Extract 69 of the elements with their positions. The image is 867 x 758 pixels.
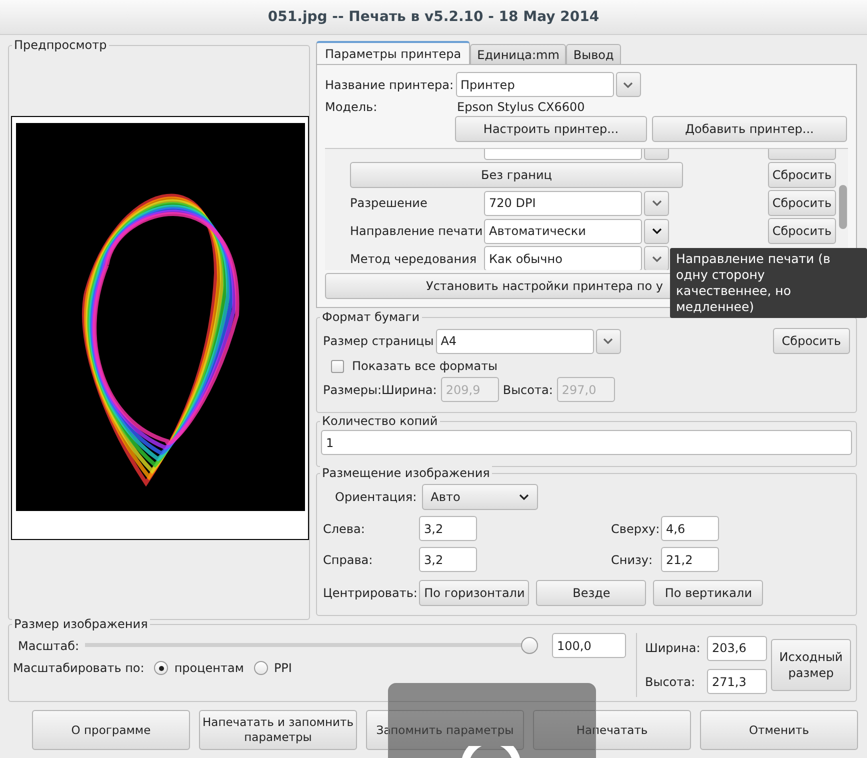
field-label: Масштаб: xyxy=(18,638,80,652)
scrollbar-thumb[interactable] xyxy=(839,185,847,229)
chevron-icon xyxy=(518,494,529,500)
field-label: Центрировать: xyxy=(323,586,418,600)
orientation-dropdown[interactable]: Авто xyxy=(422,484,538,510)
group-title: Размещение изображения xyxy=(320,465,492,481)
field-label: Название принтера: xyxy=(325,78,454,92)
dialog-button[interactable]: Напечатать и запомнить параметры xyxy=(199,710,357,750)
margin-field[interactable]: 21,2 xyxy=(661,547,719,572)
chevron-icon xyxy=(623,82,634,88)
height-field[interactable]: 271,3 xyxy=(707,669,767,694)
window-title: 051.jpg -- Печать в v5.2.10 - 18 May 2014 xyxy=(0,0,867,35)
margin-field[interactable]: 3,2 xyxy=(419,547,477,572)
chevron-icon xyxy=(652,256,662,262)
copies-spinbox[interactable]: 1 xyxy=(321,430,852,455)
group-title: Предпросмотр xyxy=(12,37,109,53)
chevron-icon xyxy=(652,200,662,206)
margin-field[interactable]: 4,6 xyxy=(661,516,719,541)
tooltip: Направление печати (в одну сторону качественнее, но медленнее) xyxy=(670,248,867,318)
option-label: Направление печати xyxy=(350,224,484,238)
group-title: Формат бумаги xyxy=(320,309,422,325)
model-text: Epson Stylus CX6600 xyxy=(457,100,585,114)
option-label: Метод чередования xyxy=(350,252,478,266)
reset-button[interactable]: Сбросить xyxy=(768,190,836,216)
field-label: Ориентация: xyxy=(335,490,417,504)
printer-name-combo[interactable]: Принтер xyxy=(456,72,614,97)
dropdown-button[interactable] xyxy=(644,218,669,244)
center-button[interactable]: По вертикали xyxy=(653,580,764,606)
radio-button[interactable] xyxy=(154,661,168,675)
radio-label: процентам xyxy=(174,661,244,675)
dialog-button[interactable]: О программе xyxy=(32,710,190,750)
dialog-button[interactable]: Напечатать xyxy=(533,710,691,750)
setup-button[interactable]: Добавить принтер... xyxy=(652,116,847,142)
margin-field[interactable]: 3,2 xyxy=(419,516,477,541)
tab[interactable]: Параметры принтера xyxy=(316,41,470,64)
option-combo[interactable]: Как обычно xyxy=(484,246,642,270)
option-label: Разрешение xyxy=(350,196,428,210)
chevron-icon xyxy=(603,338,614,344)
option-combo[interactable]: 720 DPI xyxy=(484,190,642,216)
chevron-icon xyxy=(652,228,662,234)
reset-button[interactable]: Сбросить xyxy=(768,218,836,244)
option-button[interactable]: Без границ xyxy=(350,162,683,188)
radio-label: PPI xyxy=(274,661,292,675)
tab[interactable]: Единица:mm xyxy=(470,44,566,64)
setup-button[interactable]: Настроить принтер... xyxy=(455,116,647,142)
field-label: Сверху: xyxy=(611,522,661,536)
field-label: Масштабировать по: xyxy=(13,661,144,675)
field-label: Модель: xyxy=(325,100,378,114)
slider-thumb[interactable] xyxy=(521,637,538,654)
tab[interactable]: Вывод xyxy=(566,44,621,64)
field-label: Справа: xyxy=(323,552,374,566)
field-label: Снизу: xyxy=(611,552,654,566)
field-label: Высота: xyxy=(645,674,696,689)
group-title: Размер изображения xyxy=(12,616,150,632)
checkbox-label: Показать все форматы xyxy=(352,359,498,373)
field-label: Слева: xyxy=(323,522,366,536)
field-label: Размер страницы xyxy=(323,334,434,348)
field-label: Размеры:Ширина: xyxy=(323,382,437,396)
field-label: Ширина: xyxy=(645,641,702,656)
original-size-button[interactable]: Исходный размер xyxy=(771,639,851,691)
center-button[interactable]: По горизонтали xyxy=(419,580,530,606)
radio-button[interactable] xyxy=(254,661,268,675)
option-combo[interactable]: Автоматически xyxy=(484,218,642,244)
field-label: Высота: xyxy=(502,382,553,396)
reset-button[interactable]: Сбросить xyxy=(768,162,836,188)
scale-spinbox[interactable]: 100,0 xyxy=(552,633,626,658)
width-field[interactable]: 203,6 xyxy=(707,636,767,661)
center-button[interactable]: Везде xyxy=(536,580,646,606)
dialog-button[interactable]: Отменить xyxy=(700,710,858,750)
